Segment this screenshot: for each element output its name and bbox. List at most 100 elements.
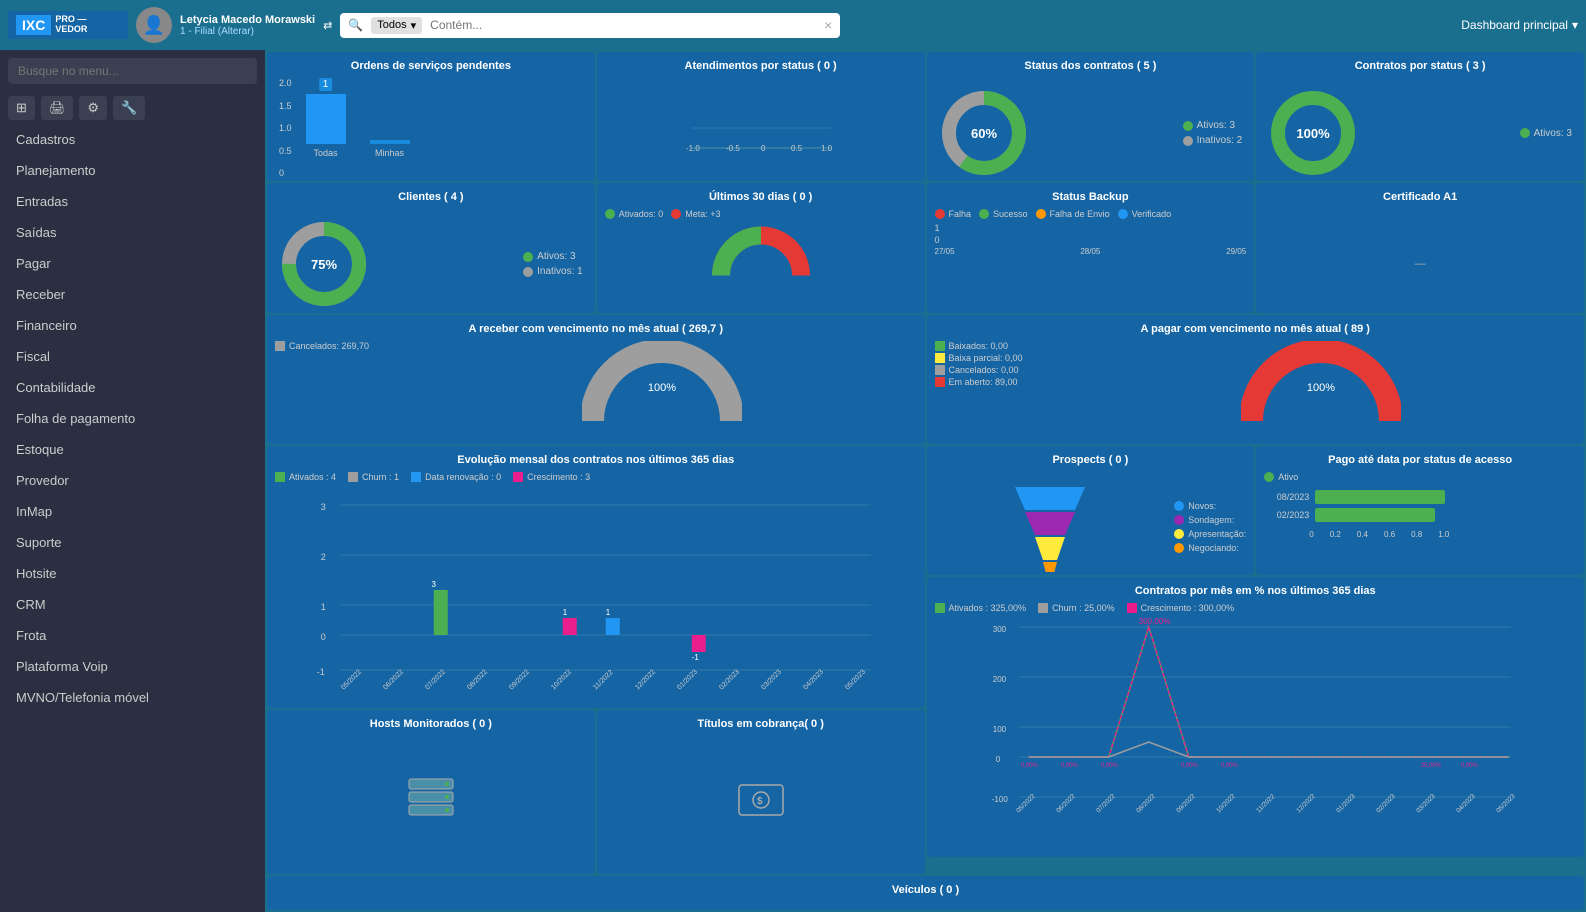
backup-legend: Falha Sucesso Falha de Envio Verificado <box>935 209 1247 219</box>
sidebar-item-inmap[interactable]: InMap <box>0 496 265 527</box>
svg-text:25,00%: 25,00% <box>1420 763 1441 769</box>
toolbar-tools-btn[interactable]: 🔧 <box>113 96 145 120</box>
widget-title-ultimos-30: Últimos 30 dias ( 0 ) <box>605 191 917 203</box>
widget-title-pagar: A pagar com vencimento no mês atual ( 89… <box>935 323 1577 335</box>
dashboard-title-bar: Dashboard principal ▾ <box>1461 18 1578 32</box>
svg-text:-1: -1 <box>317 667 325 677</box>
svg-text:0,00%: 0,00% <box>1460 763 1478 769</box>
svg-text:05/2023: 05/2023 <box>1495 793 1517 815</box>
sidebar-item-mvno/telefonia-móvel[interactable]: MVNO/Telefonia móvel <box>0 682 265 713</box>
sidebar-item-financeiro[interactable]: Financeiro <box>0 310 265 341</box>
pago-data-legend-label: Ativo <box>1278 472 1298 482</box>
toolbar-grid-btn[interactable]: ⊞ <box>8 96 35 120</box>
sidebar-item-hotsite[interactable]: Hotsite <box>0 558 265 589</box>
widget-title-contratos-pct: Contratos por mês em % nos últimos 365 d… <box>935 585 1577 597</box>
svg-text:09/2022: 09/2022 <box>1175 793 1197 815</box>
svg-text:05/2022: 05/2022 <box>340 668 363 691</box>
evolucao-legend-item: Crescimento : 3 <box>513 472 590 482</box>
prospects-legend: Novos: Sondagem: Apresentação: Negociand… <box>1174 472 1246 575</box>
svg-text:04/2023: 04/2023 <box>802 668 825 691</box>
clientes-legend: Ativos: 3 Inativos: 1 <box>523 251 583 277</box>
widget-title-hosts: Hosts Monitorados ( 0 ) <box>275 718 587 730</box>
widget-status-backup: Status Backup Falha Sucesso Falha de Env… <box>927 183 1255 312</box>
sidebar-item-pagar[interactable]: Pagar <box>0 248 265 279</box>
search-bar: 🔍 Todos ▾ × <box>340 13 840 38</box>
svg-text:0: 0 <box>321 632 326 642</box>
svg-text:1: 1 <box>563 608 568 617</box>
sidebar-search-input[interactable] <box>8 58 257 84</box>
titulos-content: $ <box>605 736 917 866</box>
bar-todas-label: Todas <box>314 148 338 158</box>
contratos-pct-legend: Ativados : 325,00%Churn : 25,00%Crescime… <box>935 603 1577 613</box>
widget-certificado-a1: Certificado A1 — <box>1256 183 1584 312</box>
contratos-pct-legend-item: Churn : 25,00% <box>1038 603 1115 613</box>
widget-contratos-status: Contratos por status ( 3 ) 100% Ativos: … <box>1256 52 1584 181</box>
svg-text:05/2023: 05/2023 <box>844 668 867 691</box>
sidebar-item-plataforma-voip[interactable]: Plataforma Voip <box>0 651 265 682</box>
logo: IXC PRO —VEDOR <box>8 11 128 39</box>
toolbar-settings-btn[interactable]: ⚙ <box>79 96 107 120</box>
user-menu-icon[interactable]: ⇄ <box>323 19 332 32</box>
sidebar-item-contabilidade[interactable]: Contabilidade <box>0 372 265 403</box>
sidebar-item-provedor[interactable]: Provedor <box>0 465 265 496</box>
widget-a-receber: A receber com vencimento no mês atual ( … <box>267 315 925 444</box>
dashboard: Ordens de serviços pendentes 2.01.51.00.… <box>265 50 1586 912</box>
widget-hosts: Hosts Monitorados ( 0 ) <box>267 710 595 874</box>
logo-ixc: IXC <box>16 15 51 35</box>
evolucao-legend: Ativados : 4Churn : 1Data renovação : 0C… <box>275 472 917 482</box>
widget-title-receber: A receber com vencimento no mês atual ( … <box>275 323 917 335</box>
widget-title-ordens: Ordens de serviços pendentes <box>275 60 587 72</box>
search-filter-dropdown[interactable]: Todos ▾ <box>371 17 422 34</box>
pagar-cancelados: Cancelados: 0,00 <box>949 365 1019 375</box>
bar-minhas-label: Minhas <box>375 148 404 158</box>
svg-text:200: 200 <box>992 675 1006 684</box>
sidebar-item-planejamento[interactable]: Planejamento <box>0 155 265 186</box>
svg-text:01/2023: 01/2023 <box>1335 793 1357 815</box>
status-contratos-chart: 60% Ativos: 3 Inativos: 2 <box>935 78 1247 181</box>
svg-text:11/2022: 11/2022 <box>592 669 615 692</box>
sidebar-item-receber[interactable]: Receber <box>0 279 265 310</box>
contratos-pct-legend-item: Crescimento : 300,00% <box>1127 603 1235 613</box>
svg-text:10/2022: 10/2022 <box>1215 793 1237 815</box>
hosts-content <box>275 736 587 866</box>
svg-text:-100: -100 <box>991 795 1008 804</box>
sidebar-item-crm[interactable]: CRM <box>0 589 265 620</box>
sidebar-item-estoque[interactable]: Estoque <box>0 434 265 465</box>
svg-text:09/2022: 09/2022 <box>508 668 531 691</box>
backup-x-labels: 27/0528/0529/05 <box>935 247 1247 256</box>
sidebar-item-suporte[interactable]: Suporte <box>0 527 265 558</box>
sidebar-item-folha-de-pagamento[interactable]: Folha de pagamento <box>0 403 265 434</box>
user-name: Letycia Macedo Morawski <box>180 14 315 26</box>
search-icon: 🔍 <box>348 18 363 32</box>
sidebar-item-cadastros[interactable]: Cadastros <box>0 124 265 155</box>
svg-text:0,00%: 0,00% <box>1060 763 1078 769</box>
search-clear-icon[interactable]: × <box>824 17 832 33</box>
widget-atendimentos: Atendimentos por status ( 0 ) -1.0 -0.5 … <box>597 52 925 181</box>
sidebar-item-saídas[interactable]: Saídas <box>0 217 265 248</box>
svg-text:02/2023: 02/2023 <box>718 668 741 691</box>
widget-title-status-contratos: Status dos contratos ( 5 ) <box>935 60 1247 72</box>
pago-bar-fill-0 <box>1315 490 1445 504</box>
widget-title-cert: Certificado A1 <box>1264 191 1576 203</box>
money-icon: $ <box>737 780 785 823</box>
svg-text:07/2022: 07/2022 <box>424 668 447 691</box>
svg-text:0.5: 0.5 <box>791 144 803 153</box>
svg-text:75%: 75% <box>311 257 337 272</box>
sidebar-item-frota[interactable]: Frota <box>0 620 265 651</box>
pagar-em-aberto: Em aberto: 89,00 <box>949 377 1018 387</box>
svg-text:100: 100 <box>992 725 1006 734</box>
sidebar-item-entradas[interactable]: Entradas <box>0 186 265 217</box>
widget-title-backup: Status Backup <box>935 191 1247 203</box>
widget-ordens-servico: Ordens de serviços pendentes 2.01.51.00.… <box>267 52 595 181</box>
pago-bars: 08/2023 02/2023 <box>1264 490 1576 522</box>
svg-text:10/2022: 10/2022 <box>550 668 573 691</box>
svg-text:0,00%: 0,00% <box>1100 763 1118 769</box>
dashboard-dropdown-icon[interactable]: ▾ <box>1572 18 1578 32</box>
sidebar-item-fiscal[interactable]: Fiscal <box>0 341 265 372</box>
toolbar-print-btn[interactable]: 🖨 <box>41 96 74 120</box>
bar-minhas: Minhas <box>370 140 410 158</box>
donut-contratos-status-svg: 100% <box>1268 88 1358 178</box>
user-info: 👤 Letycia Macedo Morawski 1 - Filial (Al… <box>136 7 332 43</box>
search-input[interactable] <box>430 18 816 32</box>
user-branch[interactable]: 1 - Filial (Alterar) <box>180 26 315 37</box>
